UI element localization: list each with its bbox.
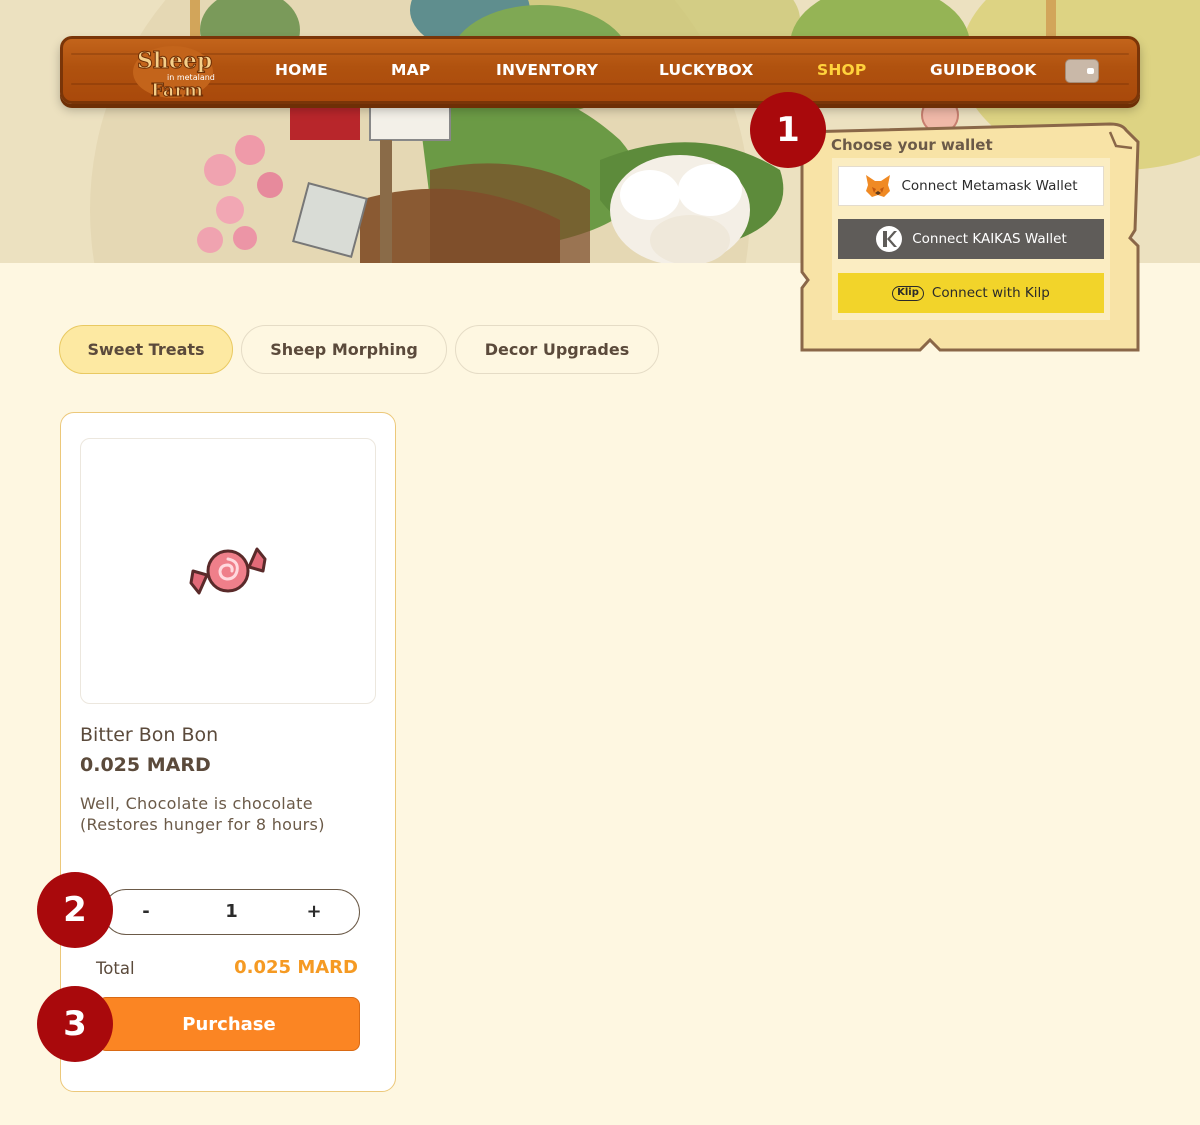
svg-text:Farm: Farm [151,80,203,100]
logo-graphic: Sheep in metaland Farm [133,46,215,102]
total-value: 0.025 MARD [234,957,358,978]
step-marker-1: 1 [750,92,826,168]
kaikas-label: Connect KAIKAS Wallet [912,231,1067,247]
description-line: (Restores hunger for 8 hours) [80,815,325,834]
total-label: Total [96,959,135,978]
candy-icon [189,547,267,595]
nav-home[interactable]: HOME [275,39,328,101]
wallet-clasp [1087,68,1094,74]
klip-icon: Klip [892,279,924,307]
decrease-quantity-button[interactable]: - [124,890,168,933]
step-marker-3: 3 [37,986,113,1062]
connect-klip-button[interactable]: Klip Connect with Kilp [838,273,1104,313]
product-description: Well, Chocolate is chocolate (Restores h… [80,793,380,835]
quantity-stepper: - 1 + [103,889,360,935]
kaikas-icon [875,225,903,253]
svg-text:Sheep: Sheep [137,48,212,74]
nav-map[interactable]: MAP [391,39,430,101]
metamask-fox-icon [864,172,892,200]
product-card: Bitter Bon Bon 0.025 MARD Well, Chocolat… [60,412,396,1092]
nav-shop[interactable]: SHOP [817,39,866,101]
wallet-popup: Choose your wallet Connect Metamask Wall… [800,120,1142,355]
metamask-label: Connect Metamask Wallet [901,178,1078,194]
quantity-value[interactable]: 1 [204,890,259,933]
product-image-box [80,438,376,704]
top-nav-bar: Sheep in metaland Farm HOME MAP INVENTOR… [60,36,1140,104]
wallet-icon[interactable] [1065,59,1099,83]
nav-guidebook[interactable]: GUIDEBOOK [930,39,1037,101]
nav-inventory[interactable]: INVENTORY [496,39,598,101]
nav-luckybox[interactable]: LUCKYBOX [659,39,754,101]
klip-label: Connect with Kilp [931,285,1050,301]
increase-quantity-button[interactable]: + [292,890,336,933]
sheep-farm-logo[interactable]: Sheep in metaland Farm [131,44,215,102]
klip-logo-text: Klip [892,285,924,301]
purchase-button[interactable]: Purchase [98,997,360,1051]
connect-metamask-button[interactable]: Connect Metamask Wallet [838,166,1104,206]
popup-title: Choose your wallet [831,136,993,154]
step-marker-2: 2 [37,872,113,948]
connect-kaikas-button[interactable]: Connect KAIKAS Wallet [838,219,1104,259]
product-name: Bitter Bon Bon [80,724,219,746]
tab-sheep-morphing[interactable]: Sheep Morphing [241,325,447,374]
tab-decor-upgrades[interactable]: Decor Upgrades [455,325,659,374]
product-price: 0.025 MARD [80,754,211,776]
description-line: Well, Chocolate is chocolate [80,794,313,813]
tab-sweet-treats[interactable]: Sweet Treats [59,325,233,374]
